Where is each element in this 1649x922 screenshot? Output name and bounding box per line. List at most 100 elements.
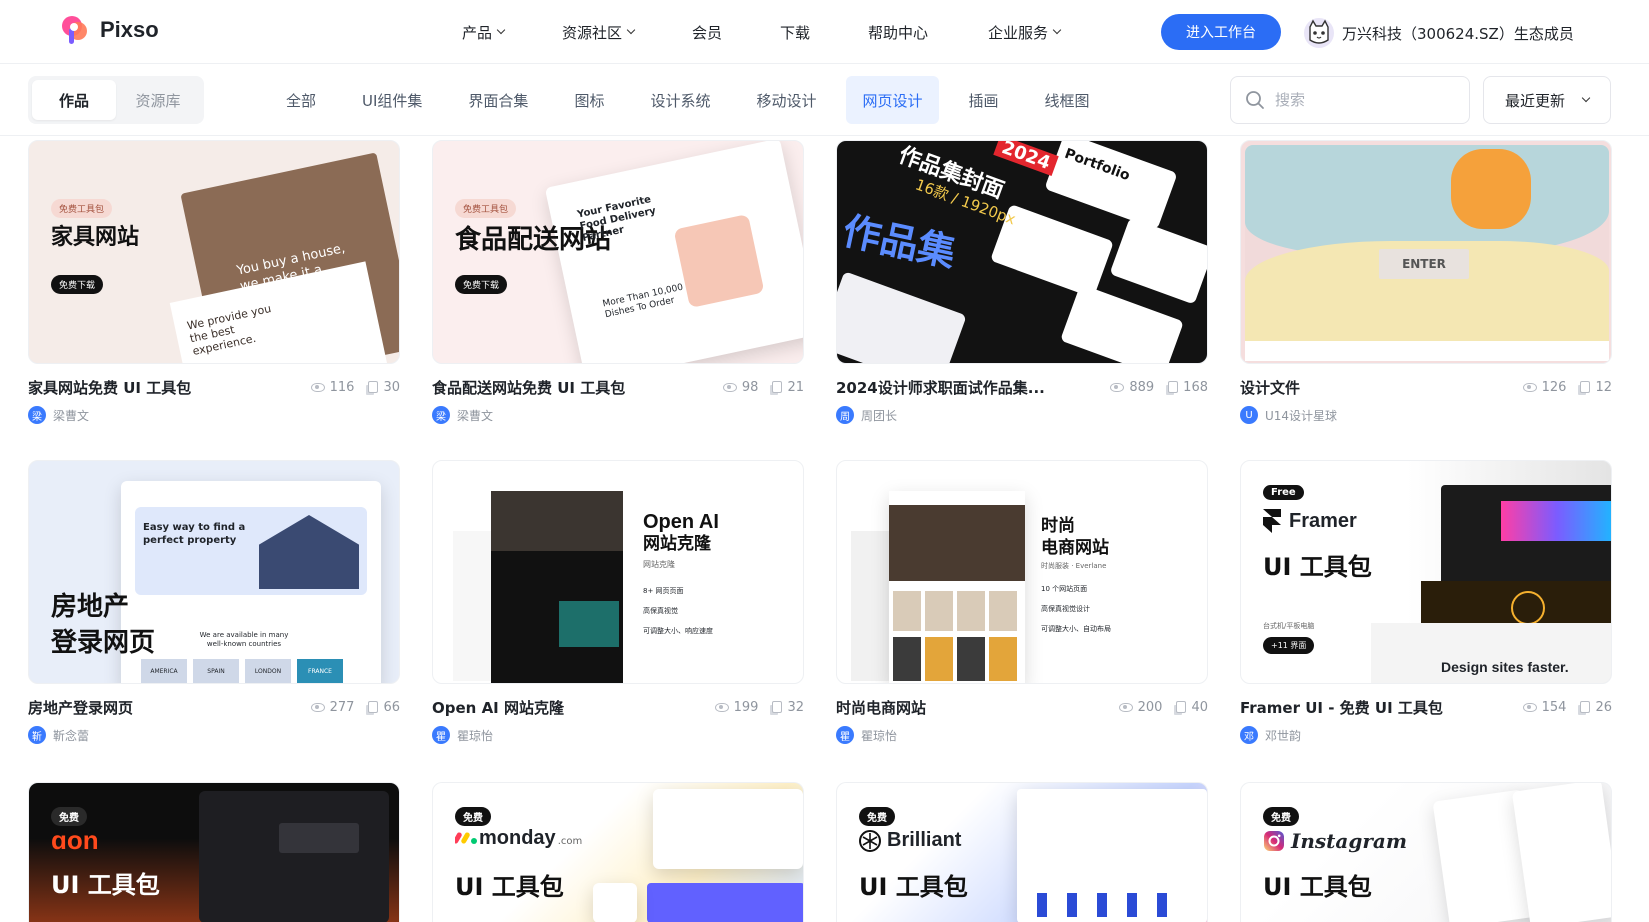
nav-community[interactable]: 资源社区 [562, 20, 692, 44]
author[interactable]: 梁梁曹文 [432, 406, 804, 424]
nav-help-center[interactable]: 帮助中心 [868, 20, 988, 44]
count: 199 [733, 699, 759, 715]
work-card[interactable]: Free Framer UI 工具包 台式机/平板电脑 +11 界面 Desig… [1240, 460, 1612, 744]
work-card[interactable]: 免费 ɑon UI 工具包 [28, 782, 400, 922]
duplicate-count: 26 [1580, 700, 1612, 715]
tab-works[interactable]: 作品 [32, 80, 116, 120]
card-title[interactable]: 食品配送网站免费 UI 工具包 [432, 377, 625, 398]
author[interactable]: 瞿瞿琼怡 [432, 726, 804, 744]
duplicate-count: 21 [772, 380, 804, 395]
card-thumbnail[interactable]: 免费 ɑon UI 工具包 [28, 782, 400, 922]
partner-label: 万兴科技（300624.SZ）生态成员 [1342, 24, 1574, 43]
download-button: 免费下载 [455, 275, 508, 294]
work-card[interactable]: 免费工具包 食品配送网站 免费下载 Your Favorite Food Del… [432, 140, 804, 424]
nav-product[interactable]: 产品 [462, 20, 562, 44]
card-thumbnail[interactable]: 时尚 电商网站 时尚服装 · Everlane 10 个网站页面 高保真视觉设计… [836, 460, 1208, 684]
sort-dropdown[interactable]: 最近更新 [1483, 76, 1611, 124]
category-screens[interactable]: 界面合集 [452, 76, 544, 124]
category-all[interactable]: 全部 [270, 76, 332, 124]
feature-item: 8+ 网页页面 [643, 587, 684, 595]
nav-membership[interactable]: 会员 [692, 20, 780, 44]
duplicate-count: 32 [772, 700, 804, 715]
eye-icon [722, 382, 737, 392]
card-title[interactable]: 时尚电商网站 [836, 697, 926, 718]
duplicate-count: 12 [1580, 380, 1612, 395]
author-name: 邓世韵 [1265, 728, 1302, 743]
card-thumbnail[interactable]: 免费工具包 家具网站 免费下载 You buy a house, we make… [28, 140, 400, 364]
work-card[interactable]: Easy way to find a perfect property We a… [28, 460, 400, 744]
author[interactable]: U U14设计星球 [1240, 406, 1612, 424]
work-card[interactable]: 时尚 电商网站 时尚服装 · Everlane 10 个网站页面 高保真视觉设计… [836, 460, 1208, 744]
hero-photo [889, 505, 1025, 581]
card-title[interactable]: 2024设计师求职面试作品集... [836, 377, 1045, 398]
pixso-logo[interactable]: Pixso [60, 14, 159, 46]
card-thumbnail[interactable]: 作品集封面 2024 16款 / 1920px 作品集 Portfolio [836, 140, 1208, 364]
partner-info[interactable]: 万兴科技（300624.SZ）生态成员 [1304, 18, 1574, 48]
author[interactable]: 梁梁曹文 [28, 406, 400, 424]
card-thumbnail[interactable]: ENTER [1240, 140, 1612, 364]
phone-mock [1511, 783, 1611, 922]
author[interactable]: 靳靳念蕾 [28, 726, 400, 744]
tab-resources[interactable]: 资源库 [116, 80, 200, 120]
card-thumbnail[interactable]: Open AI 网站克隆 网站克隆 8+ 网页页面 高保真视觉 可调整大小、响应… [432, 460, 804, 684]
card-thumbnail[interactable]: 免费 monday .com UI 工具包 [432, 782, 804, 922]
work-card[interactable]: 免费 monday .com UI 工具包 [432, 782, 804, 922]
author[interactable]: 邓邓世韵 [1240, 726, 1612, 744]
card-title[interactable]: Framer UI - 免费 UI 工具包 [1240, 697, 1443, 718]
search-input[interactable] [1275, 91, 1445, 109]
purple-banner [647, 883, 803, 922]
eye-icon [1522, 702, 1537, 712]
card-title[interactable]: Open AI 网站克隆 [432, 697, 564, 718]
sort-label: 最近更新 [1504, 91, 1565, 110]
category-ui-kits[interactable]: UI组件集 [346, 76, 438, 124]
thumb-headline: UI 工具包 [455, 873, 564, 901]
category-wireframe[interactable]: 线框图 [1029, 76, 1106, 124]
copy-icon [772, 381, 783, 393]
enter-button: ENTER [1379, 249, 1469, 279]
card-thumbnail[interactable]: 免费 Instagram UI 工具包 [1240, 782, 1612, 922]
author-name: 梁曹文 [53, 408, 90, 423]
count: 30 [383, 379, 400, 395]
count: 66 [383, 699, 400, 715]
card-thumbnail[interactable]: Free Framer UI 工具包 台式机/平板电脑 +11 界面 Desig… [1240, 460, 1612, 684]
search-box[interactable] [1230, 76, 1470, 124]
enter-workspace-button[interactable]: 进入工作台 [1161, 14, 1281, 50]
category-web-design[interactable]: 网页设计 [846, 76, 939, 124]
card-title[interactable]: 设计文件 [1240, 377, 1300, 398]
author[interactable]: 瞿瞿琼怡 [836, 726, 1208, 744]
card-title[interactable]: 房地产登录网页 [28, 697, 133, 718]
thumb-headline: UI 工具包 [859, 873, 968, 901]
count: 21 [787, 379, 804, 395]
work-card[interactable]: ENTER 设计文件 126 12 U U14设计星球 [1240, 140, 1612, 424]
brand-label: Brilliant [887, 829, 962, 851]
work-card[interactable]: 免费 Instagram UI 工具包 [1240, 782, 1612, 922]
card-title[interactable]: 家具网站免费 UI 工具包 [28, 377, 191, 398]
sub-text: 网站克隆 [643, 560, 675, 569]
free-tag: 免费 [1263, 807, 1299, 826]
card-thumbnail[interactable]: 免费 Brilliant UI 工具包 [836, 782, 1208, 922]
copy-icon [1176, 701, 1187, 713]
work-card[interactable]: 免费工具包 家具网站 免费下载 You buy a house, we make… [28, 140, 400, 424]
eye-icon [1522, 382, 1537, 392]
category-design-system[interactable]: 设计系统 [634, 76, 726, 124]
cover-tile [1109, 217, 1207, 305]
nav-download[interactable]: 下载 [780, 20, 868, 44]
category-icons[interactable]: 图标 [558, 76, 620, 124]
count: 889 [1129, 379, 1155, 395]
nav-enterprise[interactable]: 企业服务 [988, 20, 1088, 44]
card-thumbnail[interactable]: 免费工具包 食品配送网站 免费下载 Your Favorite Food Del… [432, 140, 804, 364]
author[interactable]: 周周团长 [836, 406, 1208, 424]
view-count: 277 [310, 700, 354, 715]
category-mobile[interactable]: 移动设计 [740, 76, 832, 124]
category-illustration[interactable]: 插画 [953, 76, 1015, 124]
work-card[interactable]: 作品集封面 2024 16款 / 1920px 作品集 Portfolio 20… [836, 140, 1208, 424]
eye-icon [1110, 382, 1125, 392]
free-tag: 免费 [455, 807, 491, 826]
headline-line: 电商网站 [1041, 538, 1109, 558]
work-card[interactable]: 免费 Brilliant UI 工具包 [836, 782, 1208, 922]
chevron-down-icon [626, 25, 636, 35]
work-card[interactable]: Open AI 网站克隆 网站克隆 8+ 网页页面 高保真视觉 可调整大小、响应… [432, 460, 804, 744]
avatar: 瞿 [432, 726, 450, 744]
art-block [559, 601, 619, 647]
card-thumbnail[interactable]: Easy way to find a perfect property We a… [28, 460, 400, 684]
